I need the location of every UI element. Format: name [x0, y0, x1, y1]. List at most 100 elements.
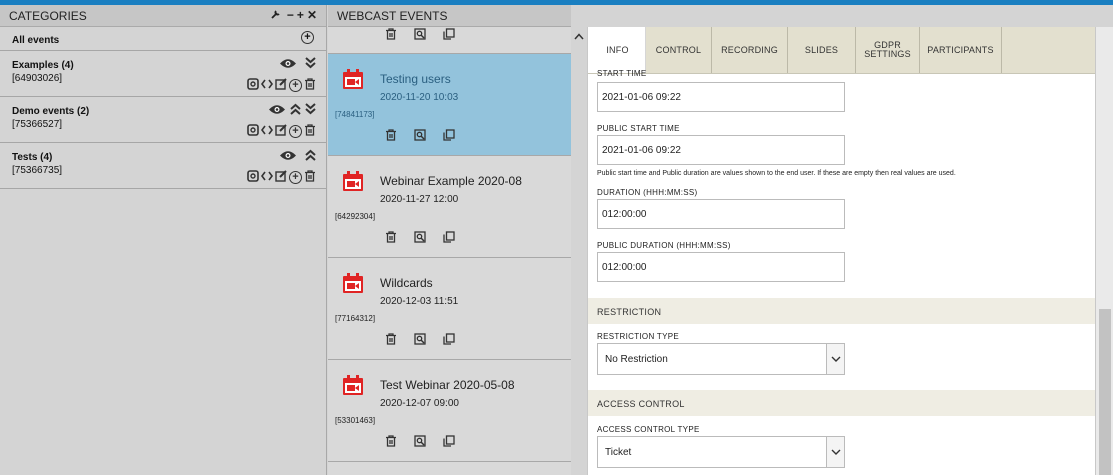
trash-icon[interactable] [304, 170, 316, 184]
event-date: 2020-12-07 09:00 [380, 398, 459, 409]
copy-icon[interactable] [443, 27, 455, 40]
eye-icon[interactable] [279, 58, 297, 71]
preview-icon[interactable] [414, 332, 426, 345]
instagram-icon[interactable] [247, 78, 259, 92]
trash-icon[interactable] [385, 27, 397, 40]
copy-icon[interactable] [443, 332, 455, 345]
duration-input[interactable]: 012:00:00 [597, 199, 845, 229]
event-item[interactable]: Webinar Example 2020-08 2020-11-27 12:00… [328, 156, 571, 258]
event-date: 2020-12-03 11:51 [380, 296, 459, 307]
category-name: Tests (4) [12, 152, 53, 163]
trash-icon[interactable] [304, 124, 316, 138]
eye-icon[interactable] [279, 150, 297, 163]
move-up-icon[interactable] [305, 149, 316, 163]
edit-icon[interactable] [275, 170, 287, 184]
tab-info[interactable]: INFO [588, 27, 646, 73]
trash-icon[interactable] [385, 434, 397, 447]
move-down-icon[interactable] [305, 57, 316, 71]
event-date: 2020-11-20 10:03 [380, 92, 459, 103]
public-values-note: Public start time and Public duration ar… [597, 170, 956, 177]
category-item-examples[interactable]: Examples (4) [64903026] + [0, 51, 326, 97]
add-icon[interactable]: + [289, 78, 302, 92]
preview-icon[interactable] [414, 27, 426, 40]
duration-label: DURATION (HHH:MM:SS) [597, 188, 698, 197]
trash-icon[interactable] [385, 332, 397, 345]
categories-header: CATEGORIES −+✕ [0, 5, 326, 27]
access-control-section-header: ACCESS CONTROL [588, 390, 1095, 416]
public-duration-label: PUBLIC DURATION (HHH:MM:SS) [597, 241, 731, 250]
minimize-icon[interactable]: − [287, 8, 297, 22]
add-icon[interactable]: + [289, 170, 302, 184]
event-id: [77164312] [335, 314, 376, 323]
preview-icon[interactable] [414, 434, 426, 447]
tab-participants[interactable]: PARTICIPANTS [920, 27, 1002, 73]
scrollbar-thumb[interactable] [1099, 309, 1111, 475]
event-item[interactable]: Wildcards 2020-12-03 11:51 [77164312] [328, 258, 571, 360]
start-time-input[interactable]: 2021-01-06 09:22 [597, 82, 845, 112]
copy-icon[interactable] [443, 230, 455, 243]
tab-slides[interactable]: SLIDES [788, 27, 856, 73]
webcast-events-title: WEBCAST EVENTS [337, 9, 448, 23]
move-down-icon[interactable] [305, 103, 316, 117]
event-title: Test Webinar 2020-05-08 [380, 378, 515, 392]
chevron-up-icon[interactable] [574, 32, 584, 43]
event-list[interactable]: Testing users 2020-11-20 10:03 [74841173… [328, 27, 571, 475]
eye-icon[interactable] [268, 104, 286, 117]
event-item[interactable]: Test Webinar 2020-05-08 2020-12-07 09:00… [328, 360, 571, 462]
tab-gdpr-settings[interactable]: GDPR SETTINGS [856, 27, 920, 73]
header-controls: −+✕ [270, 8, 320, 22]
trash-icon[interactable] [385, 230, 397, 243]
calendar-video-icon [342, 374, 364, 396]
category-item-demo-events[interactable]: Demo events (2) [75366527] + [0, 97, 326, 143]
all-events-label: All events [12, 35, 60, 46]
instagram-icon[interactable] [247, 124, 259, 138]
chevron-down-icon[interactable] [826, 437, 844, 467]
categories-title: CATEGORIES [9, 9, 87, 23]
instagram-icon[interactable] [247, 170, 259, 184]
event-id: [74841173] [335, 110, 375, 119]
restriction-type-select[interactable]: No Restriction [597, 343, 845, 375]
preview-icon[interactable] [414, 230, 426, 243]
embed-code-icon[interactable] [261, 170, 273, 184]
start-time-label: START TIME [597, 69, 647, 78]
access-control-type-select[interactable]: Ticket [597, 436, 845, 468]
copy-icon[interactable] [443, 434, 455, 447]
event-title: Wildcards [380, 276, 433, 290]
all-events-item[interactable]: All events + [0, 27, 326, 51]
collapse-toggle[interactable] [571, 27, 587, 475]
restriction-section-header: RESTRICTION [588, 298, 1095, 324]
details-form-area: INFO CONTROL RECORDING SLIDES GDPR SETTI… [587, 27, 1095, 475]
embed-code-icon[interactable] [261, 78, 273, 92]
event-item-selected[interactable]: Testing users 2020-11-20 10:03 [74841173… [328, 54, 571, 156]
edit-icon[interactable] [275, 78, 287, 92]
add-icon[interactable]: + [289, 124, 302, 138]
event-id: [53301463] [335, 416, 376, 425]
details-scrollbar[interactable] [1095, 27, 1113, 475]
tab-recording[interactable]: RECORDING [712, 27, 788, 73]
preview-icon[interactable] [414, 128, 426, 141]
tab-control[interactable]: CONTROL [646, 27, 712, 73]
move-up-icon[interactable] [290, 103, 301, 117]
edit-icon[interactable] [275, 124, 287, 138]
wrench-icon[interactable] [270, 8, 287, 22]
event-id: [64292304] [335, 212, 376, 221]
trash-icon[interactable] [304, 78, 316, 92]
categories-panel: CATEGORIES −+✕ All events + Examples (4)… [0, 5, 327, 475]
chevron-down-icon[interactable] [826, 344, 844, 374]
access-control-type-label: ACCESS CONTROL TYPE [597, 425, 700, 434]
trash-icon[interactable] [385, 128, 397, 141]
close-icon[interactable]: ✕ [307, 8, 320, 22]
copy-icon[interactable] [443, 128, 455, 141]
event-title: Webinar Example 2020-08 [380, 174, 522, 188]
add-category-icon[interactable]: + [301, 31, 314, 44]
category-item-tests[interactable]: Tests (4) [75366735] + [0, 143, 326, 189]
webcast-events-header: WEBCAST EVENTS [328, 5, 571, 27]
public-start-time-input[interactable]: 2021-01-06 09:22 [597, 135, 845, 165]
public-duration-input[interactable]: 012:00:00 [597, 252, 845, 282]
calendar-video-icon [342, 272, 364, 294]
event-item-partial[interactable] [328, 27, 571, 54]
maximize-icon[interactable]: + [297, 8, 307, 22]
details-tabs: INFO CONTROL RECORDING SLIDES GDPR SETTI… [588, 27, 1095, 74]
event-title: Testing users [380, 72, 451, 86]
embed-code-icon[interactable] [261, 124, 273, 138]
